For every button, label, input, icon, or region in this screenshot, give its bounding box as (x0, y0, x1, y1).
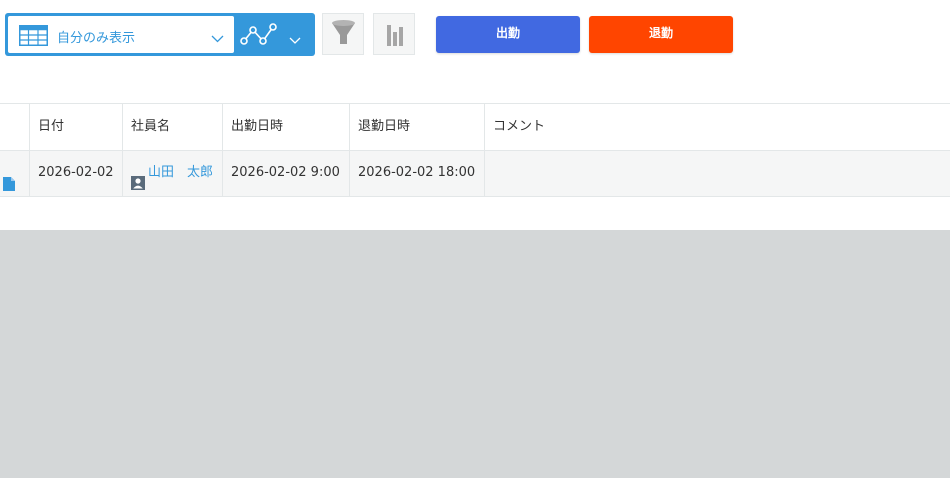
column-header-clock-out[interactable]: 退勤日時 (350, 104, 485, 150)
filter-button[interactable] (322, 13, 364, 55)
chart-icon (387, 25, 403, 46)
cell-employee: 山田 太郎 (123, 151, 223, 196)
view-label: 自分のみ表示 (57, 31, 136, 46)
column-header-comment[interactable]: コメント (485, 104, 950, 150)
record-table: 日付 社員名 出勤日時 退勤日時 コメント 2026-02-02 山田 太郎 2… (0, 103, 950, 197)
cell-clock-out: 2026-02-02 18:00 (350, 151, 485, 196)
chart-button[interactable] (373, 13, 415, 55)
table-row: 2026-02-02 山田 太郎 2026-02-02 9:00 2026-02… (0, 151, 950, 197)
view-dropdown[interactable]: 自分のみ表示 (8, 16, 234, 53)
cell-comment (485, 151, 950, 196)
empty-area (0, 230, 950, 478)
chevron-down-icon[interactable] (289, 30, 301, 44)
column-header-clock-in[interactable]: 出勤日時 (223, 104, 350, 150)
app-content: 自分のみ表示 出勤 退勤 日付 社員名 出勤日時 退勤日時 コメント 2026-… (0, 0, 950, 230)
chevron-down-icon (211, 29, 224, 43)
table-header: 日付 社員名 出勤日時 退勤日時 コメント (0, 103, 950, 151)
table-view-icon (19, 25, 48, 46)
user-icon (131, 165, 145, 190)
view-selector[interactable]: 自分のみ表示 (5, 13, 315, 56)
clock-out-button[interactable]: 退勤 (589, 16, 733, 53)
clock-in-button[interactable]: 出勤 (436, 16, 580, 53)
graph-icon[interactable] (239, 23, 278, 47)
column-header-date[interactable]: 日付 (30, 104, 123, 150)
filter-icon (332, 20, 355, 44)
header-spacer (0, 104, 30, 150)
employee-link[interactable]: 山田 太郎 (148, 165, 213, 180)
column-header-employee[interactable]: 社員名 (123, 104, 223, 150)
row-detail-cell[interactable] (0, 151, 30, 196)
cell-date: 2026-02-02 (30, 151, 123, 196)
document-icon[interactable] (3, 166, 15, 191)
cell-clock-in: 2026-02-02 9:00 (223, 151, 350, 196)
